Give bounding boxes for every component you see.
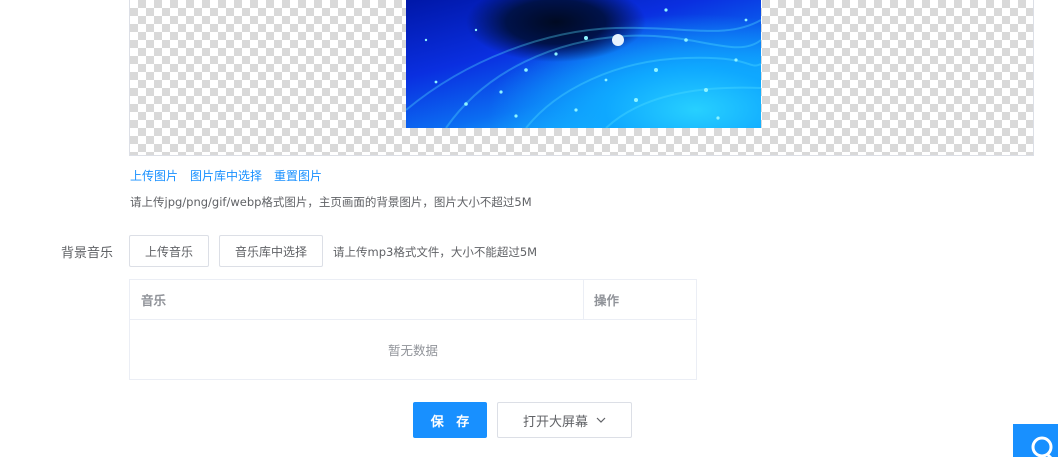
image-actions: 上传图片 图片库中选择 重置图片 bbox=[130, 167, 322, 184]
page: 上传图片 图片库中选择 重置图片 请上传jpg/png/gif/webp格式图片… bbox=[0, 0, 1058, 457]
table-empty-text: 暂无数据 bbox=[387, 343, 438, 358]
upload-music-button[interactable]: 上传音乐 bbox=[129, 235, 209, 267]
column-header-music: 音乐 bbox=[130, 280, 584, 319]
image-library-link[interactable]: 图片库中选择 bbox=[190, 167, 262, 184]
upload-image-link[interactable]: 上传图片 bbox=[130, 167, 178, 184]
background-image bbox=[406, 0, 761, 128]
customer-service-icon bbox=[1031, 436, 1053, 457]
music-upload-tip: 请上传mp3格式文件，大小不能超过5M bbox=[333, 245, 538, 259]
column-header-actions: 操作 bbox=[594, 293, 620, 308]
image-upload-tip: 请上传jpg/png/gif/webp格式图片，主页画面的背景图片，图片大小不超… bbox=[130, 195, 532, 209]
background-music-label: 背景音乐 bbox=[61, 246, 114, 261]
chevron-down-icon bbox=[596, 417, 606, 423]
save-button[interactable]: 保 存 bbox=[413, 402, 487, 438]
customer-service-widget[interactable] bbox=[1013, 424, 1058, 457]
reset-image-link[interactable]: 重置图片 bbox=[274, 167, 322, 184]
open-big-screen-button[interactable]: 打开大屏幕 bbox=[497, 402, 632, 438]
music-library-button[interactable]: 音乐库中选择 bbox=[219, 235, 323, 267]
background-image-preview bbox=[129, 0, 1034, 156]
open-big-screen-label: 打开大屏幕 bbox=[522, 414, 588, 430]
table-header: 音乐 操作 bbox=[130, 280, 696, 320]
music-table: 音乐 操作 暂无数据 bbox=[129, 279, 697, 380]
